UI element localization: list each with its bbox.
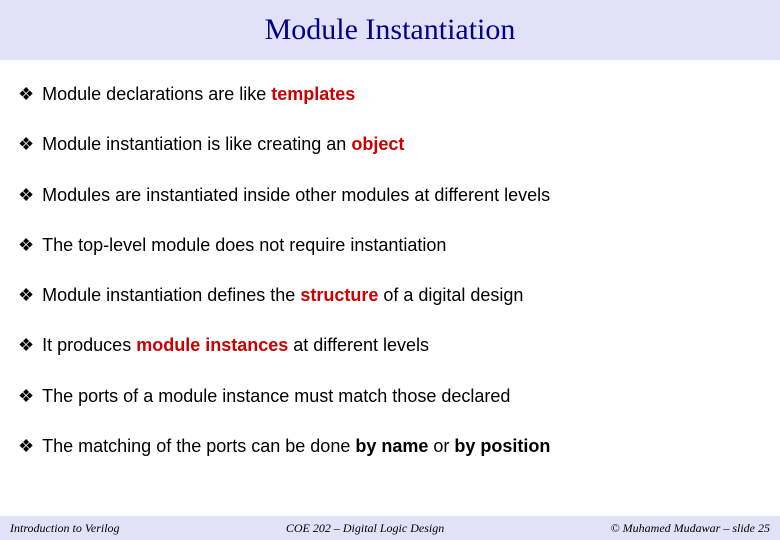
bullet-text: The ports of a module instance must matc…: [42, 384, 510, 408]
bullet-text: It produces module instances at differen…: [42, 333, 429, 357]
diamond-icon: ❖: [18, 384, 34, 408]
bullet-item: ❖ Module instantiation defines the struc…: [18, 283, 762, 307]
text-bold: object: [351, 134, 404, 154]
text-segment: at different levels: [288, 335, 429, 355]
footer-left: Introduction to Verilog: [10, 521, 120, 536]
footer-center: COE 202 – Digital Logic Design: [286, 521, 444, 536]
text-bold: by name: [355, 436, 428, 456]
bullet-item: ❖ The ports of a module instance must ma…: [18, 384, 762, 408]
title-bar: Module Instantiation: [0, 0, 780, 60]
diamond-icon: ❖: [18, 183, 34, 207]
bullet-item: ❖ Module declarations are like templates: [18, 82, 762, 106]
bullet-item: ❖ The matching of the ports can be done …: [18, 434, 762, 458]
diamond-icon: ❖: [18, 82, 34, 106]
slide-content: ❖ Module declarations are like templates…: [0, 60, 780, 458]
diamond-icon: ❖: [18, 333, 34, 357]
diamond-icon: ❖: [18, 283, 34, 307]
bullet-text: Module declarations are like templates: [42, 82, 355, 106]
bullet-text: Modules are instantiated inside other mo…: [42, 183, 550, 207]
bullet-item: ❖ The top-level module does not require …: [18, 233, 762, 257]
bullet-text: Module instantiation defines the structu…: [42, 283, 523, 307]
bullet-text: The matching of the ports can be done by…: [42, 434, 550, 458]
bullet-item: ❖ It produces module instances at differ…: [18, 333, 762, 357]
diamond-icon: ❖: [18, 132, 34, 156]
text-bold: templates: [271, 84, 355, 104]
text-bold: module instances: [136, 335, 288, 355]
text-segment: Module instantiation is like creating an: [42, 134, 351, 154]
text-bold: structure: [300, 285, 378, 305]
text-segment: The matching of the ports can be done: [42, 436, 355, 456]
text-bold: by position: [454, 436, 550, 456]
slide-footer: Introduction to Verilog COE 202 – Digita…: [0, 516, 780, 540]
text-segment: or: [428, 436, 454, 456]
bullet-text: Module instantiation is like creating an…: [42, 132, 404, 156]
text-segment: Module declarations are like: [42, 84, 271, 104]
slide-title: Module Instantiation: [265, 13, 516, 47]
diamond-icon: ❖: [18, 434, 34, 458]
text-segment: of a digital design: [378, 285, 523, 305]
footer-right: © Muhamed Mudawar – slide 25: [611, 521, 770, 536]
text-segment: Module instantiation defines the: [42, 285, 300, 305]
bullet-item: ❖ Modules are instantiated inside other …: [18, 183, 762, 207]
text-segment: It produces: [42, 335, 136, 355]
diamond-icon: ❖: [18, 233, 34, 257]
bullet-item: ❖ Module instantiation is like creating …: [18, 132, 762, 156]
bullet-text: The top-level module does not require in…: [42, 233, 446, 257]
